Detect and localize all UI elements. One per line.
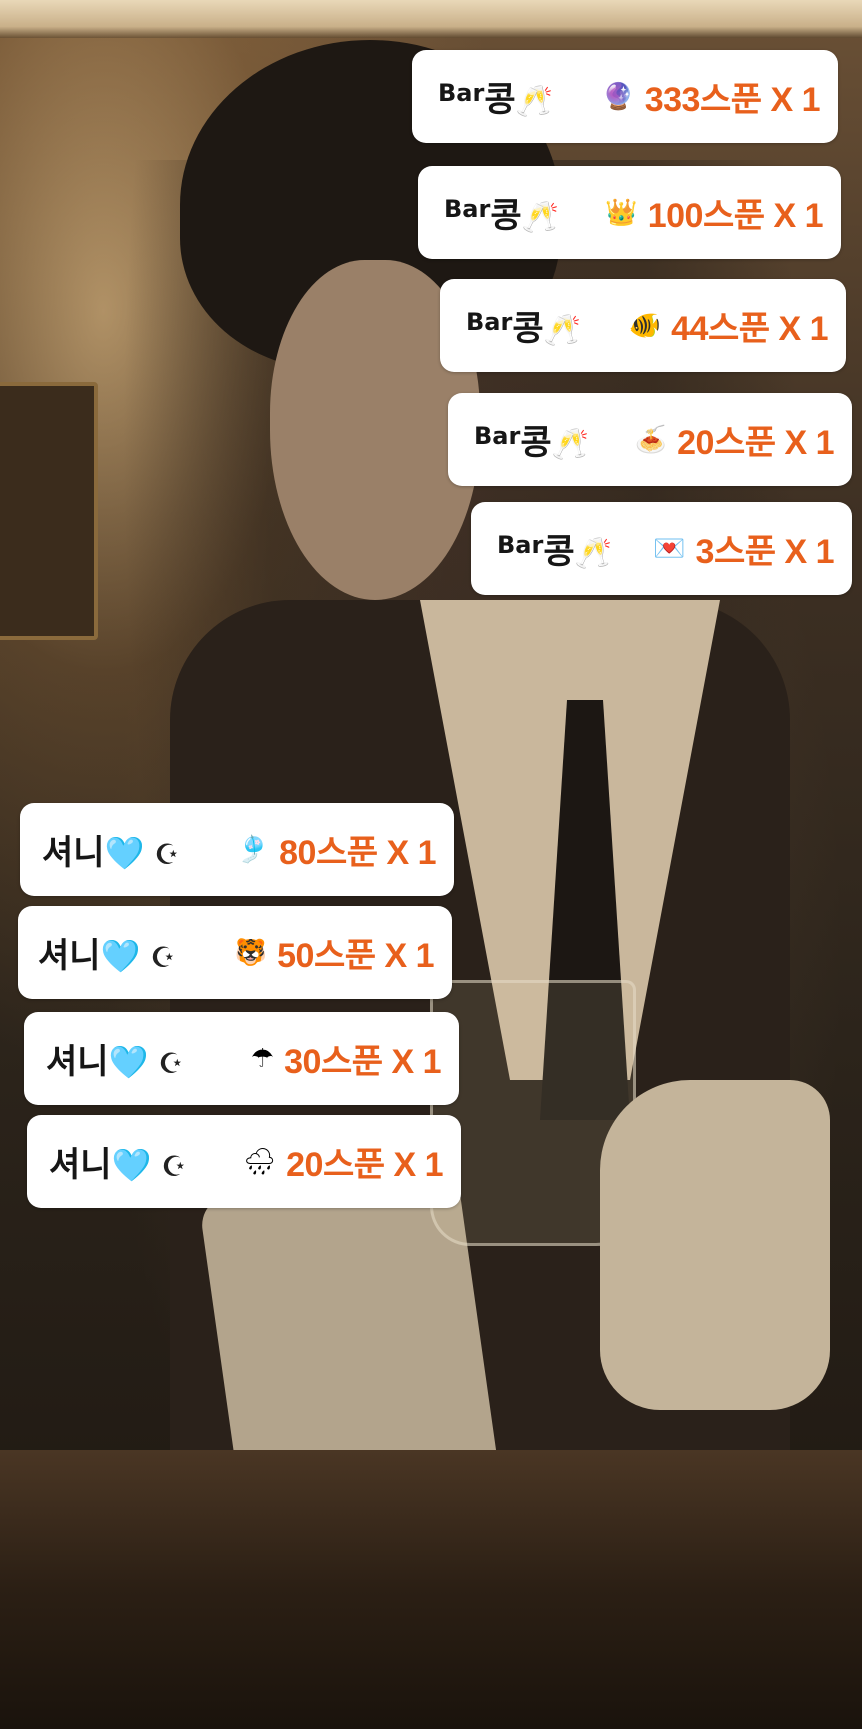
gift-amount: 3스푼 X 1 xyxy=(695,533,835,571)
sender-name: 셔니 🩵 ☪ xyxy=(49,1145,187,1185)
gift-amount: 44스푼 X 1 xyxy=(671,310,828,348)
crescent-star-icon: ☪ xyxy=(161,1150,187,1183)
sender-name: 셔니 🩵 ☪ xyxy=(38,936,176,976)
gift-notification: 셔니 🩵 ☪ 🎐 80스푼 X 1 xyxy=(20,803,454,896)
champagne-icon: 🥂 xyxy=(574,536,612,571)
gift-notification: Bar 콩 🥂 💌 3스푼 X 1 xyxy=(471,502,852,595)
wind-chime-gift-icon: 🎐 xyxy=(236,834,270,865)
crystal-ball-gift-icon: 🔮 xyxy=(602,81,635,112)
gift-amount: 20스푼 X 1 xyxy=(677,424,834,462)
top-light-strip xyxy=(0,0,862,38)
bar-counter xyxy=(0,1450,862,1729)
gift-notification: Bar 콩 🥂 🐠 44스푼 X 1 xyxy=(440,279,846,372)
gift-notification: Bar 콩 🥂 🔮 333스푼 X 1 xyxy=(412,50,838,143)
gift-notification: 셔니 🩵 ☪ 🌧 20스푼 X 1 xyxy=(27,1115,461,1208)
sender-name: Bar 콩 🥂 xyxy=(444,195,559,236)
food-gift-icon: 🍝 xyxy=(634,424,668,455)
sender-name: Bar 콩 🥂 xyxy=(438,79,553,120)
crescent-star-icon: ☪ xyxy=(150,941,176,974)
wall-sign xyxy=(0,382,98,640)
tiger-gift-icon: 🐯 xyxy=(234,937,268,968)
gloved-hand xyxy=(600,1080,830,1410)
blue-heart-icon: 🩵 xyxy=(100,937,141,975)
blue-heart-icon: 🩵 xyxy=(111,1146,152,1184)
crown-gift-icon: 👑 xyxy=(605,197,638,228)
gift-amount: 333스푼 X 1 xyxy=(644,81,821,119)
sender-name: Bar 콩 🥂 xyxy=(466,308,581,349)
love-letter-gift-icon: 💌 xyxy=(653,533,686,564)
gift-notification: 셔니 🩵 ☪ 🐯 50스푼 X 1 xyxy=(18,906,452,999)
sender-name: Bar 콩 🥂 xyxy=(497,531,612,572)
blue-heart-icon: 🩵 xyxy=(104,834,145,872)
crescent-star-icon: ☪ xyxy=(158,1047,184,1080)
champagne-icon: 🥂 xyxy=(521,200,559,235)
sender-name: 셔니 🩵 ☪ xyxy=(46,1042,184,1082)
gift-amount: 50스푼 X 1 xyxy=(277,937,434,975)
crescent-star-icon: ☪ xyxy=(154,838,180,871)
gift-amount: 30스푼 X 1 xyxy=(284,1043,441,1081)
goldfish-gift-icon: 🐠 xyxy=(628,310,662,341)
umbrella-gift-icon: ☂ xyxy=(250,1043,275,1074)
gift-notification: Bar 콩 🥂 👑 100스푼 X 1 xyxy=(418,166,841,259)
blue-heart-icon: 🩵 xyxy=(108,1043,149,1081)
gift-amount: 100스푼 X 1 xyxy=(647,197,824,235)
gift-amount: 20스푼 X 1 xyxy=(286,1146,443,1184)
champagne-icon: 🥂 xyxy=(515,84,553,119)
sender-name: Bar 콩 🥂 xyxy=(474,422,589,463)
gift-notification: Bar 콩 🥂 🍝 20스푼 X 1 xyxy=(448,393,852,486)
gift-amount: 80스푼 X 1 xyxy=(279,834,436,872)
rain-cloud-gift-icon: 🌧 xyxy=(243,1146,277,1177)
champagne-icon: 🥂 xyxy=(543,313,581,348)
sender-name: 셔니 🩵 ☪ xyxy=(42,833,180,873)
gift-notification: 셔니 🩵 ☪ ☂ 30스푼 X 1 xyxy=(24,1012,459,1105)
champagne-icon: 🥂 xyxy=(551,427,589,462)
